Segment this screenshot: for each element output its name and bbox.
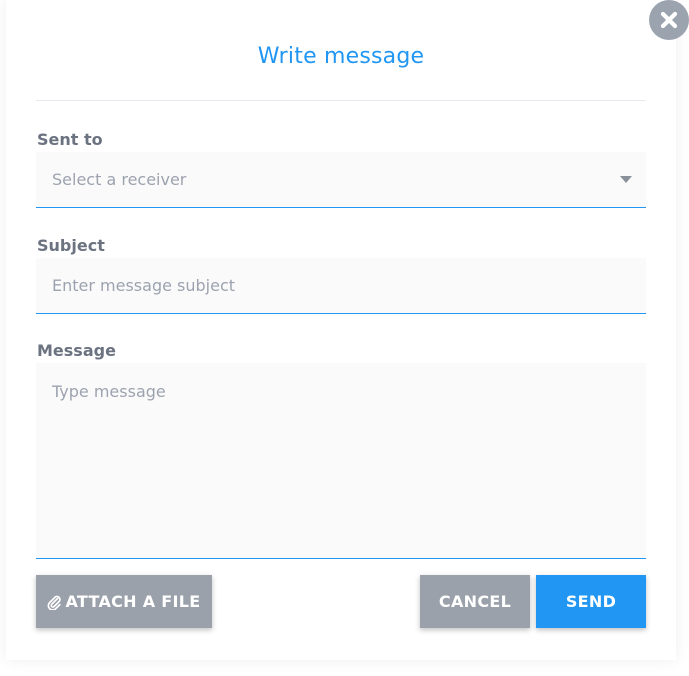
cancel-label: CANCEL [438,592,512,611]
message-label: Message [37,341,116,360]
message-textarea[interactable]: Type message [36,363,646,559]
subject-input[interactable]: Enter message subject [36,258,646,314]
attach-file-button[interactable]: ATTACH A FILE [36,575,212,628]
subject-placeholder: Enter message subject [52,276,236,295]
send-label: SEND [565,592,617,611]
close-button[interactable] [649,0,689,40]
attach-file-label: ATTACH A FILE [65,592,201,611]
title-divider [36,100,646,101]
cancel-button[interactable]: CANCEL [420,575,530,628]
dialog-title: Write message [257,44,425,69]
recipient-select[interactable]: Select a receiver [36,152,646,208]
send-button[interactable]: SEND [536,575,646,628]
paperclip-icon [47,594,62,610]
recipient-placeholder: Select a receiver [52,170,187,189]
caret-down-icon [620,176,632,183]
write-message-dialog: Write message Sent to Select a receiver … [6,0,676,660]
message-placeholder: Type message [52,382,166,401]
close-icon [658,9,680,31]
recipient-label: Sent to [37,130,103,149]
subject-label: Subject [37,236,105,255]
